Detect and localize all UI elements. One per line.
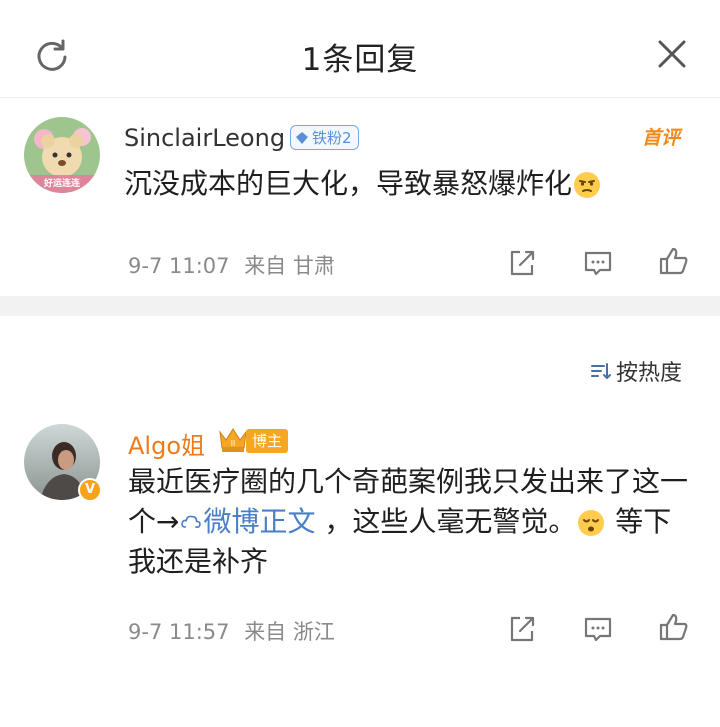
reply-source: 来自 浙江: [244, 620, 335, 644]
root-comment-source: 来自 甘肃: [244, 254, 335, 278]
root-comment-text: 沉没成本的巨大化，导致暴怒爆炸化: [124, 164, 602, 204]
close-icon[interactable]: [656, 38, 688, 70]
reply-time: 9-7 11:57: [128, 620, 230, 644]
weibo-post-link[interactable]: 微博正文: [179, 505, 315, 538]
first-comment-tag: 首评: [642, 127, 681, 149]
reply-meta: 9-7 11:57 来自 浙江: [128, 616, 335, 646]
reply-text-part2: ，这些人毫无警觉。: [315, 505, 577, 538]
weibo-post-link-text: 微博正文: [203, 505, 316, 538]
avatar-caption: 好运连连: [43, 179, 80, 189]
reply-avatar[interactable]: V: [24, 424, 102, 502]
share-icon[interactable]: [506, 613, 538, 645]
avatar[interactable]: 好运连连: [24, 117, 100, 193]
crown-icon: II: [219, 428, 247, 452]
sort-icon: [591, 363, 611, 379]
root-comment-time: 9-7 11:07: [128, 254, 230, 278]
like-icon[interactable]: [658, 245, 690, 277]
dialog-title: 1条回复: [301, 42, 419, 78]
blogger-badge: 博主: [246, 429, 289, 453]
sad-face-emoji: [578, 510, 605, 536]
reply-text: 最近医疗圈的几个奇葩案例我只发出来了这一个→ 微博正文 ，这些人毫无警觉。 等下…: [128, 462, 688, 582]
comment-icon[interactable]: [582, 613, 614, 645]
comment-icon[interactable]: [582, 247, 614, 279]
sort-button[interactable]: 按热度: [590, 355, 682, 387]
thinking-face-emoji: [574, 172, 601, 198]
svg-text:II: II: [231, 439, 235, 448]
root-comment-meta: 9-7 11:07 来自 甘肃: [128, 250, 335, 280]
verified-badge-icon: V: [78, 478, 102, 502]
share-icon[interactable]: [506, 247, 538, 279]
dialog-header: 1条回复: [0, 0, 720, 98]
fan-badge-label: 铁粉2: [312, 128, 352, 147]
reply-username[interactable]: Algo姐: [128, 426, 205, 461]
sort-label: 按热度: [616, 361, 683, 386]
fan-badge: 铁粉2: [290, 125, 359, 150]
root-comment-body: 沉没成本的巨大化，导致暴怒爆炸化: [124, 167, 573, 200]
root-username[interactable]: SinclairLeong: [124, 124, 285, 152]
link-cloud-icon: [181, 515, 202, 528]
like-icon[interactable]: [658, 611, 690, 643]
diamond-icon: [296, 131, 308, 144]
section-divider: [0, 296, 720, 316]
